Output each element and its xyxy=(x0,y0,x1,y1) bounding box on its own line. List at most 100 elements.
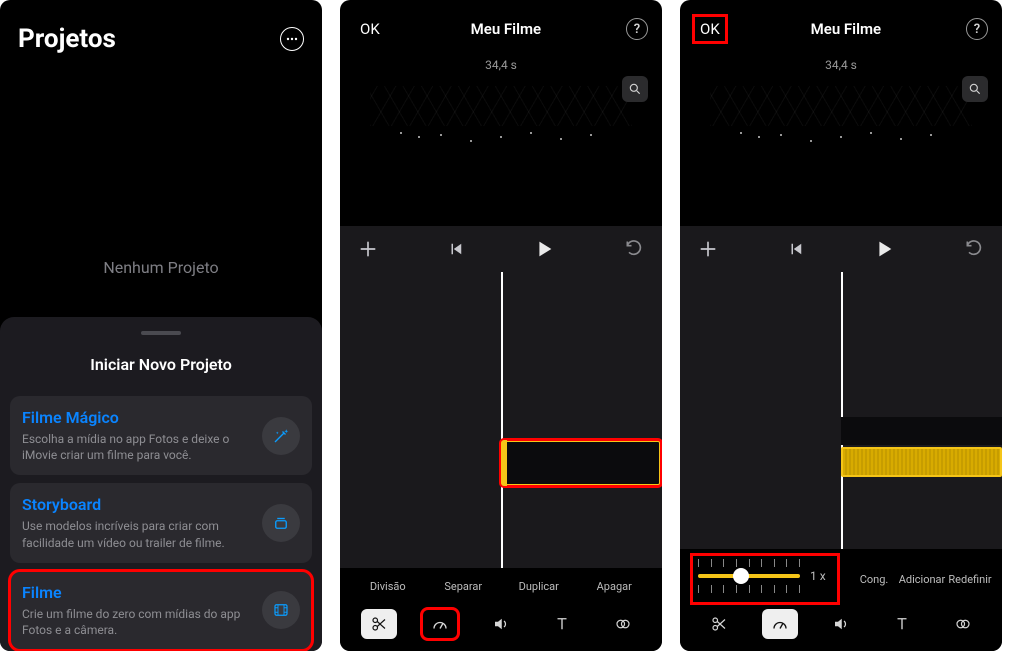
option-magic-movie[interactable]: Filme Mágico Escolha a mídia no app Foto… xyxy=(10,396,312,475)
action-freeze[interactable]: Cong. xyxy=(850,573,898,586)
action-reset[interactable]: Redefinir xyxy=(946,573,994,586)
magnifier-icon xyxy=(968,82,982,96)
play-icon xyxy=(533,238,555,260)
scissors-icon xyxy=(710,615,728,633)
film-icon xyxy=(262,591,300,629)
magnifier-icon xyxy=(628,82,642,96)
clip-left-handle[interactable] xyxy=(501,440,507,486)
transport-bar xyxy=(680,226,1002,272)
speed-slider-wrap: 1 x xyxy=(692,555,838,603)
tool-icons xyxy=(348,603,654,639)
text-icon xyxy=(893,615,911,633)
rewind-button[interactable] xyxy=(447,240,465,258)
speed-strip[interactable] xyxy=(841,447,1002,477)
text-tool[interactable] xyxy=(884,609,920,639)
movie-title: Meu Filme xyxy=(811,20,881,38)
skip-back-icon xyxy=(447,240,465,258)
speedometer-icon xyxy=(431,615,449,633)
help-button[interactable]: ? xyxy=(966,18,988,40)
option-storyboard[interactable]: Storyboard Use modelos incríveis para cr… xyxy=(10,483,312,562)
tool-icons xyxy=(688,603,994,639)
option-desc: Use modelos incríveis para criar com fac… xyxy=(22,518,252,550)
skip-back-icon xyxy=(787,240,805,258)
editor-toolbar: 1 x Cong. Adicionar Redefinir xyxy=(680,549,1002,651)
play-button[interactable] xyxy=(533,238,555,260)
movie-title: Meu Filme xyxy=(471,20,541,38)
undo-icon xyxy=(624,239,644,259)
speed-tool[interactable] xyxy=(762,609,798,639)
filters-tool[interactable] xyxy=(945,609,981,639)
play-button[interactable] xyxy=(873,238,895,260)
editor-header: OK Meu Filme ? xyxy=(340,0,662,52)
clip-preview[interactable] xyxy=(841,417,1002,445)
projects-title: Projetos xyxy=(18,24,116,54)
option-desc: Crie um filme do zero com mídias do app … xyxy=(22,606,252,638)
action-detach[interactable]: Separar xyxy=(439,580,487,593)
playhead[interactable] xyxy=(501,272,503,568)
plus-icon xyxy=(698,239,718,259)
option-desc: Escolha a mídia no app Fotos e deixe o i… xyxy=(22,431,252,463)
panel-projects: Projetos Nenhum Projeto Iniciar Novo Pro… xyxy=(0,0,322,651)
option-title: Storyboard xyxy=(22,495,252,514)
volume-tool[interactable] xyxy=(823,609,859,639)
wand-icon xyxy=(262,417,300,455)
undo-icon xyxy=(964,239,984,259)
timeline[interactable] xyxy=(340,272,662,568)
timeline[interactable] xyxy=(680,272,1002,549)
plus-icon xyxy=(358,239,378,259)
projects-header: Projetos xyxy=(0,0,322,68)
slider-knob[interactable] xyxy=(733,568,749,584)
add-media-button[interactable] xyxy=(358,239,378,259)
undo-button[interactable] xyxy=(964,239,984,259)
speaker-icon xyxy=(492,615,510,633)
zoom-button[interactable] xyxy=(962,76,988,102)
sheet-title: Iniciar Novo Projeto xyxy=(10,355,312,374)
new-project-sheet: Iniciar Novo Projeto Filme Mágico Escolh… xyxy=(0,317,322,651)
text-tool[interactable] xyxy=(544,609,580,639)
selected-clip[interactable] xyxy=(501,440,661,486)
panel-editor-clip: OK Meu Filme ? 34,4 s Divisão Separar Du… xyxy=(340,0,662,651)
empty-state-label: Nenhum Projeto xyxy=(0,68,322,317)
volume-tool[interactable] xyxy=(483,609,519,639)
scissors-tool[interactable] xyxy=(361,609,397,639)
playhead[interactable] xyxy=(841,272,843,549)
add-media-button[interactable] xyxy=(698,239,718,259)
option-title: Filme xyxy=(22,583,252,602)
video-preview[interactable] xyxy=(680,76,1002,226)
option-title: Filme Mágico xyxy=(22,408,252,427)
action-split[interactable]: Divisão xyxy=(364,580,412,593)
video-preview[interactable] xyxy=(340,76,662,226)
help-button[interactable]: ? xyxy=(626,18,648,40)
more-button[interactable] xyxy=(280,27,304,51)
ok-button[interactable]: OK xyxy=(354,16,386,42)
transport-bar xyxy=(340,226,662,272)
scissors-icon xyxy=(370,615,388,633)
speedometer-icon xyxy=(771,615,789,633)
overlap-circles-icon xyxy=(954,615,972,633)
option-movie[interactable]: Filme Crie um filme do zero com mídias d… xyxy=(10,571,312,650)
action-delete[interactable]: Apagar xyxy=(590,580,638,593)
speed-tool[interactable] xyxy=(422,609,458,639)
overlap-circles-icon xyxy=(614,615,632,633)
speed-actions: Cong. Adicionar Redefinir xyxy=(846,573,994,586)
ok-button[interactable]: OK xyxy=(694,16,726,42)
scissors-tool[interactable] xyxy=(701,609,737,639)
sheet-grabber[interactable] xyxy=(141,331,181,335)
editor-header: OK Meu Filme ? xyxy=(680,0,1002,52)
speed-slider[interactable] xyxy=(698,559,800,593)
action-add[interactable]: Adicionar xyxy=(898,573,946,586)
play-icon xyxy=(873,238,895,260)
time-label: 34,4 s xyxy=(680,58,1002,72)
time-label: 34,4 s xyxy=(340,58,662,72)
ellipsis-icon xyxy=(286,37,298,41)
action-duplicate[interactable]: Duplicar xyxy=(515,580,563,593)
filters-tool[interactable] xyxy=(605,609,641,639)
speaker-icon xyxy=(832,615,850,633)
panel-editor-speed: OK Meu Filme ? 34,4 s xyxy=(680,0,1002,651)
speed-value: 1 x xyxy=(810,569,832,583)
rewind-button[interactable] xyxy=(787,240,805,258)
zoom-button[interactable] xyxy=(622,76,648,102)
layers-icon xyxy=(262,504,300,542)
undo-button[interactable] xyxy=(624,239,644,259)
text-icon xyxy=(553,615,571,633)
